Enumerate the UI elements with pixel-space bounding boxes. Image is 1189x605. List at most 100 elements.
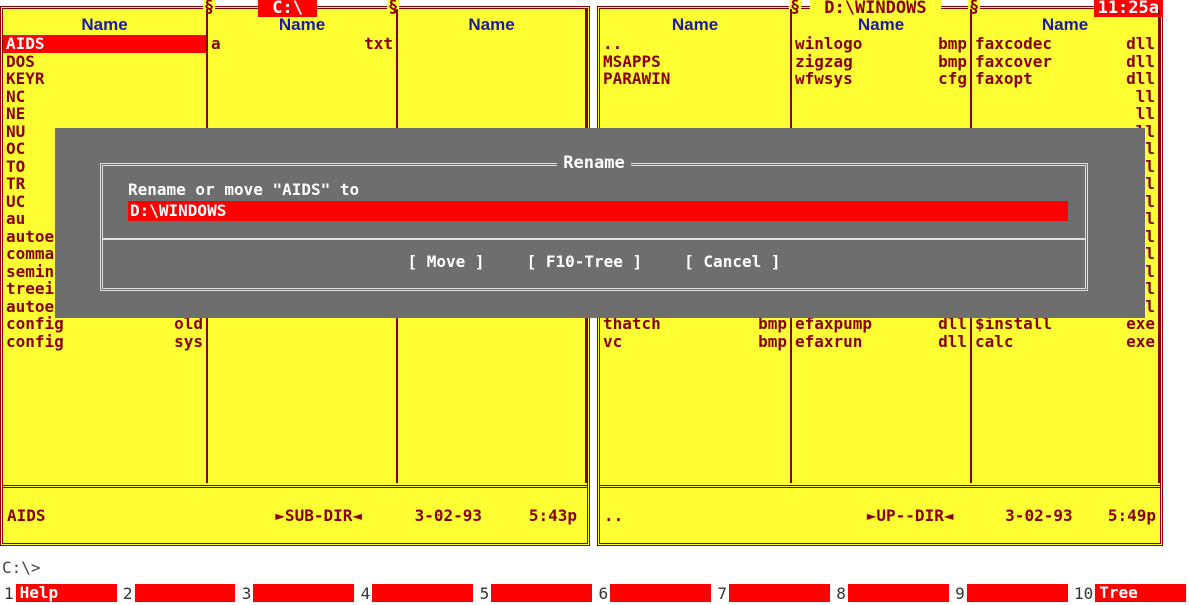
- function-key-bar: 1 Help 2 3 4 5 6 7 8 9 10 Tree: [0, 583, 1189, 605]
- function-key-2[interactable]: 2: [119, 583, 238, 603]
- file-entry[interactable]: faxcover dll: [972, 51, 1158, 71]
- rename-destination-input[interactable]: D:\WINDOWS: [128, 201, 1068, 221]
- file-name: AIDS: [6, 34, 45, 53]
- file-name: vc: [603, 331, 623, 351]
- function-key-3[interactable]: 3: [238, 583, 357, 603]
- file-extension: bmp: [938, 51, 967, 71]
- function-key-number: 2: [122, 583, 133, 603]
- column-header: Name: [81, 15, 128, 34]
- function-key-8[interactable]: 8: [832, 583, 951, 603]
- file-name: config: [6, 331, 64, 351]
- function-key-number: 4: [360, 583, 371, 603]
- function-key-number: 6: [598, 583, 609, 603]
- file-extension: dll: [938, 331, 967, 351]
- file-name: faxcover: [975, 51, 1053, 71]
- column-header: Name: [278, 15, 326, 34]
- status-time: 5:43p: [528, 506, 577, 525]
- file-entry[interactable]: DOS: [3, 52, 206, 71]
- function-key-7[interactable]: 7: [713, 583, 832, 603]
- file-entry[interactable]: faxopt dll: [972, 70, 1158, 88]
- cancel-button[interactable]: [ Cancel ]: [684, 252, 780, 271]
- file-entry[interactable]: NE: [3, 105, 206, 123]
- file-extension: sys: [174, 331, 203, 351]
- function-key-label: Tree: [1095, 584, 1187, 602]
- dialog-divider: [103, 238, 1085, 240]
- function-key-number: 5: [479, 583, 490, 603]
- command-line[interactable]: C:\>: [2, 558, 41, 577]
- file-name: TR: [6, 174, 26, 193]
- file-name: faxcodec: [975, 34, 1053, 53]
- function-key-label: [372, 584, 474, 602]
- file-entry[interactable]: zigzag bmp: [792, 51, 970, 71]
- file-name: PARAWIN: [603, 69, 671, 88]
- function-key-4[interactable]: 4: [357, 583, 476, 603]
- file-entry[interactable]: ll: [972, 87, 1158, 106]
- file-name: zigzag: [795, 51, 853, 71]
- function-key-label: [491, 584, 593, 602]
- file-entry[interactable]: AIDS: [3, 35, 206, 53]
- status-date: 3-02-93: [414, 506, 482, 525]
- file-name: calc: [975, 331, 1014, 351]
- function-key-number: 1: [4, 583, 14, 603]
- file-name: NC: [6, 86, 26, 106]
- function-key-label: Help: [15, 584, 117, 602]
- function-key-number: 3: [241, 583, 252, 603]
- status-filename: AIDS: [7, 506, 46, 525]
- file-entry[interactable]: MSAPPS: [600, 51, 790, 71]
- file-entry[interactable]: ll: [972, 105, 1158, 123]
- file-name: NU: [6, 121, 26, 141]
- move-button[interactable]: [ Move ]: [408, 252, 485, 271]
- dialog-buttons: [ Move ] [ F10-Tree ] [ Cancel ]: [103, 252, 1085, 271]
- file-entry[interactable]: NC: [3, 86, 206, 106]
- file-extension: bmp: [758, 331, 787, 351]
- right-status-bar: .. ►UP--DIR◄ 3-02-93 5:49p: [600, 485, 1160, 543]
- file-entry[interactable]: [792, 88, 970, 106]
- function-key-10[interactable]: 10 Tree: [1070, 583, 1189, 603]
- left-status-bar: AIDS ►SUB-DIR◄ 3-02-93 5:43p: [3, 485, 587, 543]
- file-name: TO: [6, 156, 26, 176]
- file-name: KEYR: [6, 69, 45, 88]
- dialog-prompt: Rename or move "AIDS" to: [128, 180, 360, 199]
- function-key-1[interactable]: 1 Help: [0, 583, 119, 603]
- file-entry[interactable]: PARAWIN: [600, 70, 790, 88]
- file-entry[interactable]: efaxrun dll: [792, 331, 970, 351]
- function-key-label: [728, 584, 830, 602]
- file-entry[interactable]: winlogo bmp: [792, 35, 970, 53]
- function-key-number: 7: [717, 583, 727, 603]
- destination-value: D:\WINDOWS: [130, 201, 227, 220]
- function-key-label: [966, 584, 1068, 602]
- rename-dialog: Rename Rename or move "AIDS" to D:\WINDO…: [55, 128, 1145, 318]
- function-key-9[interactable]: 9: [951, 583, 1070, 603]
- function-key-5[interactable]: 5: [476, 583, 595, 603]
- function-key-6[interactable]: 6: [594, 583, 713, 603]
- file-entry[interactable]: [792, 105, 970, 123]
- file-entry[interactable]: config sys: [3, 331, 206, 351]
- column-header: Name: [468, 15, 515, 34]
- file-entry[interactable]: [600, 105, 790, 123]
- file-extension: exe: [1126, 331, 1155, 351]
- file-entry[interactable]: [600, 88, 790, 106]
- file-entry[interactable]: wfwsys cfg: [792, 70, 970, 88]
- file-entry[interactable]: a txt: [208, 35, 396, 53]
- f10-tree-button[interactable]: [ F10-Tree ]: [527, 252, 643, 271]
- function-key-label: [847, 584, 949, 602]
- file-name: OC: [6, 139, 26, 158]
- file-entry[interactable]: ..: [600, 35, 790, 53]
- file-extension: ll: [1135, 104, 1155, 123]
- function-key-label: [134, 584, 236, 602]
- function-key-number: 8: [836, 583, 846, 603]
- file-entry[interactable]: vc bmp: [600, 331, 790, 351]
- status-date: 3-02-93: [1005, 506, 1073, 525]
- file-entry[interactable]: KEYR: [3, 70, 206, 88]
- status-filename: ..: [604, 506, 624, 525]
- file-entry[interactable]: calc exe: [972, 331, 1158, 351]
- file-name: wfwsys: [795, 69, 853, 88]
- function-key-label: [610, 584, 711, 602]
- function-key-label: [253, 584, 355, 602]
- column-header: Name: [1041, 15, 1089, 34]
- function-key-number: 9: [955, 583, 965, 603]
- file-extension: txt: [364, 34, 393, 53]
- file-entry[interactable]: faxcodec dll: [972, 35, 1158, 53]
- file-name: efaxrun: [795, 331, 863, 351]
- file-name: MSAPPS: [603, 51, 661, 71]
